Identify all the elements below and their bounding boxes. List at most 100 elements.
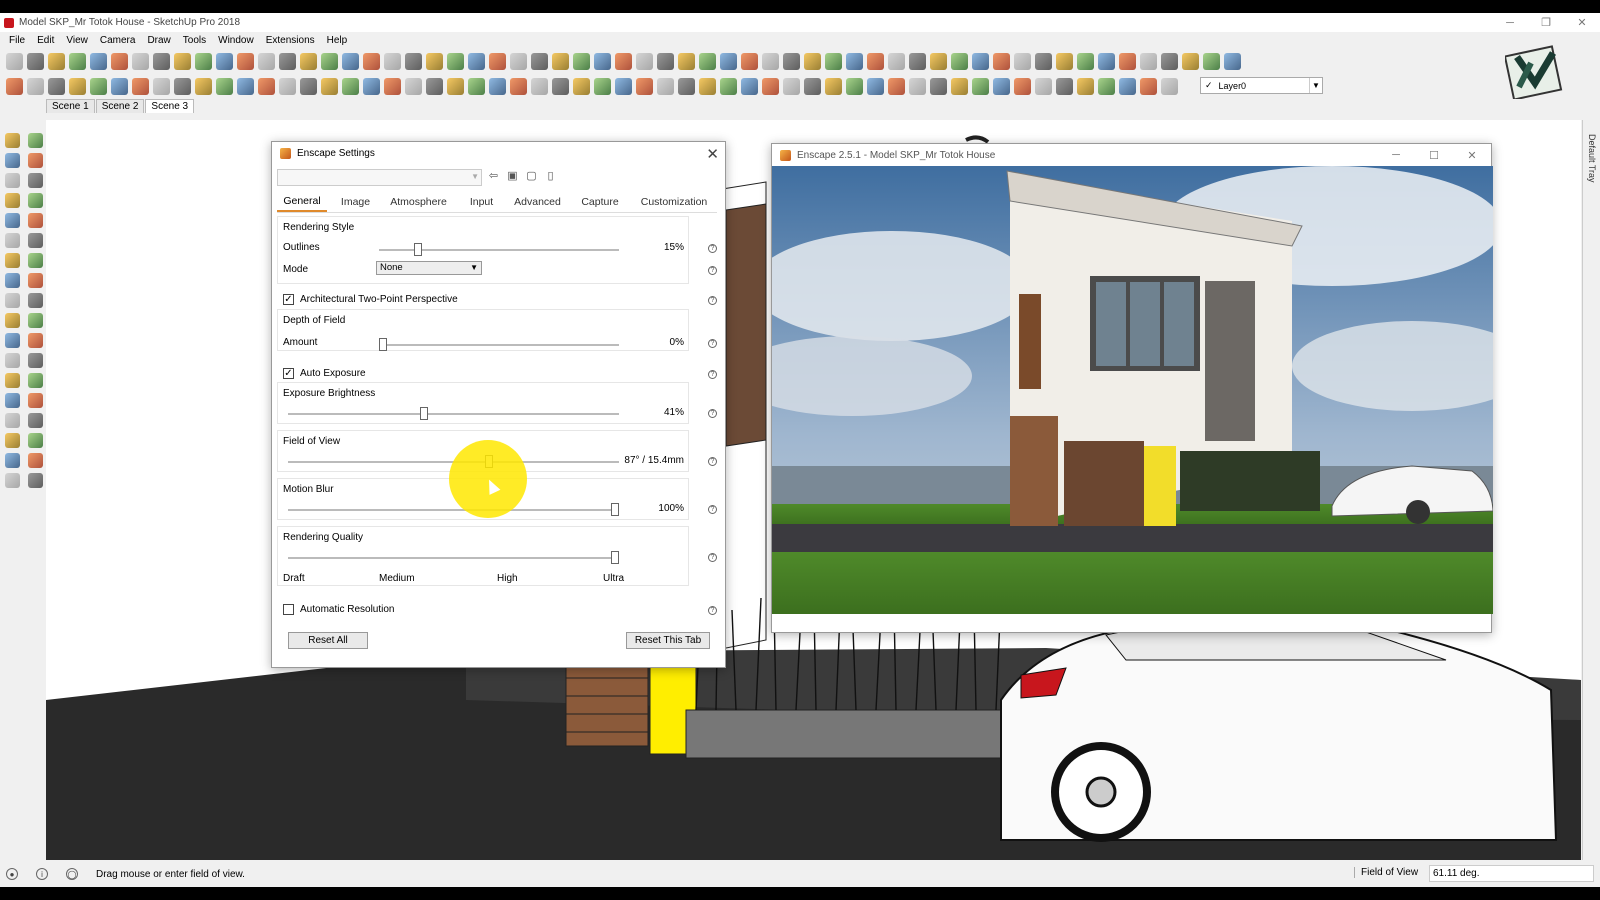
ext-tool-icon[interactable] bbox=[426, 77, 443, 95]
undo-preset-icon[interactable]: ⇦ bbox=[487, 170, 500, 183]
main-tool-icon[interactable] bbox=[1203, 52, 1220, 70]
user-icon[interactable]: ◯ bbox=[66, 868, 78, 880]
main-tool-icon[interactable] bbox=[300, 52, 317, 70]
main-tool-icon[interactable] bbox=[258, 52, 275, 70]
main-tool-icon[interactable] bbox=[279, 52, 296, 70]
main-tool-icon[interactable] bbox=[573, 52, 590, 70]
drawing-tool-icon[interactable] bbox=[28, 413, 43, 428]
drawing-tool-icon[interactable] bbox=[5, 433, 20, 448]
drawing-tool-icon[interactable] bbox=[28, 153, 43, 168]
main-tool-icon[interactable] bbox=[804, 52, 821, 70]
ext-tool-icon[interactable] bbox=[216, 77, 233, 95]
ext-tool-icon[interactable] bbox=[615, 77, 632, 95]
ext-tool-icon[interactable] bbox=[1098, 77, 1115, 95]
motion-blur-slider[interactable] bbox=[288, 503, 619, 516]
main-tool-icon[interactable] bbox=[1077, 52, 1094, 70]
drawing-tool-icon[interactable] bbox=[28, 273, 43, 288]
ext-tool-icon[interactable] bbox=[1140, 77, 1157, 95]
drawing-tool-icon[interactable] bbox=[5, 373, 20, 388]
ext-tool-icon[interactable] bbox=[741, 77, 758, 95]
main-tool-icon[interactable] bbox=[1035, 52, 1052, 70]
ext-tool-icon[interactable] bbox=[1056, 77, 1073, 95]
help-icon[interactable]: ? bbox=[708, 606, 717, 615]
drawing-tool-icon[interactable] bbox=[5, 313, 20, 328]
drawing-tool-icon[interactable] bbox=[28, 333, 43, 348]
drawing-tool-icon[interactable] bbox=[5, 453, 20, 468]
viewer-maximize-button[interactable]: ☐ bbox=[1415, 144, 1453, 166]
ext-tool-icon[interactable] bbox=[678, 77, 695, 95]
help-icon[interactable]: ? bbox=[708, 457, 717, 466]
tab-image[interactable]: Image bbox=[327, 191, 384, 212]
drawing-tool-icon[interactable] bbox=[28, 393, 43, 408]
main-tool-icon[interactable] bbox=[846, 52, 863, 70]
main-tool-icon[interactable] bbox=[720, 52, 737, 70]
drawing-tool-icon[interactable] bbox=[28, 473, 43, 488]
ext-tool-icon[interactable] bbox=[69, 77, 86, 95]
ext-tool-icon[interactable] bbox=[1035, 77, 1052, 95]
exposure-brightness-slider-thumb[interactable] bbox=[420, 407, 429, 420]
help-icon[interactable]: ? bbox=[708, 553, 717, 562]
minimize-button[interactable]: ─ bbox=[1492, 13, 1528, 32]
main-tool-icon[interactable] bbox=[1224, 52, 1241, 70]
layer-select[interactable]: ✓ Layer0 ▼ bbox=[1200, 77, 1323, 94]
main-tool-icon[interactable] bbox=[405, 52, 422, 70]
main-tool-icon[interactable] bbox=[132, 52, 149, 70]
ext-tool-icon[interactable] bbox=[1014, 77, 1031, 95]
credits-icon[interactable]: i bbox=[36, 868, 48, 880]
drawing-tool-icon[interactable] bbox=[5, 413, 20, 428]
main-tool-icon[interactable] bbox=[930, 52, 947, 70]
main-tool-icon[interactable] bbox=[216, 52, 233, 70]
main-tool-icon[interactable] bbox=[174, 52, 191, 70]
drawing-tool-icon[interactable] bbox=[28, 253, 43, 268]
drawing-tool-icon[interactable] bbox=[28, 453, 43, 468]
drawing-tool-icon[interactable] bbox=[28, 313, 43, 328]
main-tool-icon[interactable] bbox=[468, 52, 485, 70]
drawing-tool-icon[interactable] bbox=[5, 133, 20, 148]
menu-tools[interactable]: Tools bbox=[177, 35, 212, 46]
main-tool-icon[interactable] bbox=[510, 52, 527, 70]
main-tool-icon[interactable] bbox=[321, 52, 338, 70]
ext-tool-icon[interactable] bbox=[930, 77, 947, 95]
main-tool-icon[interactable] bbox=[342, 52, 359, 70]
ext-tool-icon[interactable] bbox=[909, 77, 926, 95]
help-icon[interactable]: ? bbox=[708, 409, 717, 418]
ext-tool-icon[interactable] bbox=[594, 77, 611, 95]
ext-tool-icon[interactable] bbox=[258, 77, 275, 95]
ext-tool-icon[interactable] bbox=[951, 77, 968, 95]
main-tool-icon[interactable] bbox=[867, 52, 884, 70]
drawing-tool-icon[interactable] bbox=[28, 433, 43, 448]
ext-tool-icon[interactable] bbox=[300, 77, 317, 95]
ext-tool-icon[interactable] bbox=[321, 77, 338, 95]
ext-tool-icon[interactable] bbox=[27, 77, 44, 95]
close-dialog-button[interactable]: ✕ bbox=[706, 145, 719, 163]
drawing-tool-icon[interactable] bbox=[28, 373, 43, 388]
drawing-tool-icon[interactable] bbox=[28, 193, 43, 208]
ext-tool-icon[interactable] bbox=[825, 77, 842, 95]
main-tool-icon[interactable] bbox=[6, 52, 23, 70]
menu-window[interactable]: Window bbox=[212, 35, 260, 46]
main-tool-icon[interactable] bbox=[90, 52, 107, 70]
main-tool-icon[interactable] bbox=[531, 52, 548, 70]
drawing-tool-icon[interactable] bbox=[28, 133, 43, 148]
ext-tool-icon[interactable] bbox=[657, 77, 674, 95]
ext-tool-icon[interactable] bbox=[489, 77, 506, 95]
ext-tool-icon[interactable] bbox=[699, 77, 716, 95]
main-tool-icon[interactable] bbox=[888, 52, 905, 70]
ext-tool-icon[interactable] bbox=[153, 77, 170, 95]
ext-tool-icon[interactable] bbox=[636, 77, 653, 95]
main-tool-icon[interactable] bbox=[657, 52, 674, 70]
menu-draw[interactable]: Draw bbox=[141, 35, 176, 46]
drawing-tool-icon[interactable] bbox=[28, 173, 43, 188]
drawing-tool-icon[interactable] bbox=[28, 213, 43, 228]
main-tool-icon[interactable] bbox=[741, 52, 758, 70]
ext-tool-icon[interactable] bbox=[846, 77, 863, 95]
main-tool-icon[interactable] bbox=[678, 52, 695, 70]
ext-tool-icon[interactable] bbox=[48, 77, 65, 95]
ext-tool-icon[interactable] bbox=[783, 77, 800, 95]
menu-camera[interactable]: Camera bbox=[94, 35, 142, 46]
drawing-tool-icon[interactable] bbox=[5, 153, 20, 168]
reset-all-button[interactable]: Reset All bbox=[288, 632, 368, 649]
ext-tool-icon[interactable] bbox=[720, 77, 737, 95]
main-tool-icon[interactable] bbox=[426, 52, 443, 70]
ext-tool-icon[interactable] bbox=[132, 77, 149, 95]
